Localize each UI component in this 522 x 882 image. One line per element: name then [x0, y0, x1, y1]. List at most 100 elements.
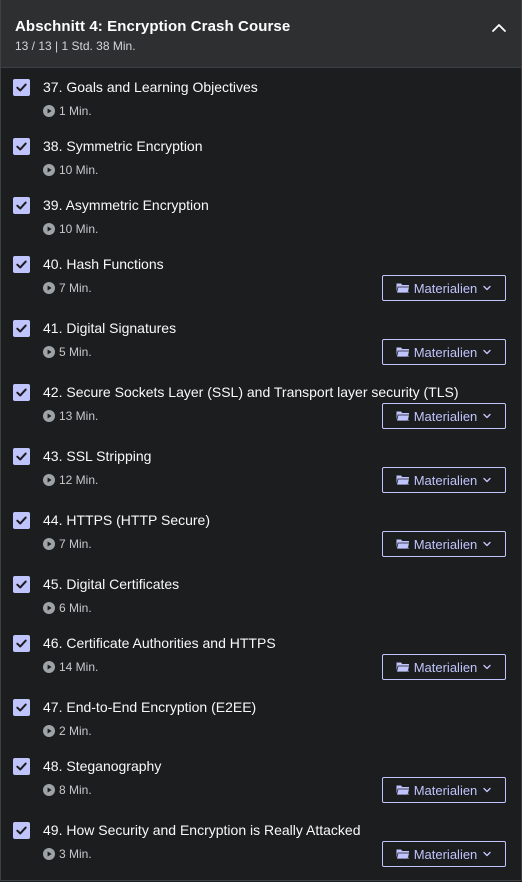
materials-dropdown-button[interactable]: Materialien: [382, 275, 506, 301]
materials-dropdown-button[interactable]: Materialien: [382, 339, 506, 365]
lesson-completed-checkbox[interactable]: [13, 635, 30, 652]
chevron-down-icon: [482, 475, 492, 485]
lesson-duration: 8 Min.: [43, 783, 92, 797]
lesson-duration-text: 14 Min.: [59, 660, 99, 674]
lesson-duration: 5 Min.: [43, 345, 92, 359]
folder-open-icon: [395, 661, 410, 673]
folder-open-icon: [395, 410, 410, 422]
play-circle-icon: [43, 223, 55, 235]
lesson-title[interactable]: 46. Certificate Authorities and HTTPS: [43, 635, 276, 652]
folder-open-icon: [395, 346, 410, 358]
lesson-item[interactable]: 46. Certificate Authorities and HTTPS 14 …: [1, 635, 521, 695]
materials-dropdown-button[interactable]: Materialien: [382, 531, 506, 557]
play-circle-icon: [43, 282, 55, 294]
course-section-panel: Abschnitt 4: Encryption Crash Course 13 …: [0, 0, 522, 881]
lesson-duration: 10 Min.: [43, 222, 98, 236]
lesson-title[interactable]: 37. Goals and Learning Objectives: [43, 79, 258, 96]
lesson-item[interactable]: 41. Digital Signatures 5 Min. Materialien: [1, 320, 521, 380]
materials-label: Materialien: [413, 344, 478, 360]
chevron-up-icon[interactable]: [489, 18, 509, 38]
lesson-completed-checkbox[interactable]: [13, 197, 30, 214]
materials-dropdown-button[interactable]: Materialien: [382, 654, 506, 680]
lesson-completed-checkbox[interactable]: [13, 138, 30, 155]
play-circle-icon: [43, 105, 55, 117]
lesson-completed-checkbox[interactable]: [13, 576, 30, 593]
lesson-completed-checkbox[interactable]: [13, 448, 30, 465]
chevron-down-icon: [482, 347, 492, 357]
lesson-completed-checkbox[interactable]: [13, 512, 30, 529]
lesson-title[interactable]: 41. Digital Signatures: [43, 320, 176, 337]
materials-dropdown-button[interactable]: Materialien: [382, 403, 506, 429]
lesson-title[interactable]: 49. How Security and Encryption is Reall…: [43, 822, 361, 839]
lesson-duration: 7 Min.: [43, 281, 92, 295]
materials-dropdown-button[interactable]: Materialien: [382, 841, 506, 867]
lesson-item[interactable]: 49. How Security and Encryption is Reall…: [1, 822, 521, 882]
play-circle-icon: [43, 661, 55, 673]
materials-label: Materialien: [413, 408, 478, 424]
lesson-item[interactable]: 44. HTTPS (HTTP Secure) 7 Min. Materialien: [1, 512, 521, 572]
lesson-title[interactable]: 39. Asymmetric Encryption: [43, 197, 209, 214]
lesson-completed-checkbox[interactable]: [13, 79, 30, 96]
lesson-duration-text: 1 Min.: [59, 104, 92, 118]
lesson-duration-text: 8 Min.: [59, 783, 92, 797]
play-circle-icon: [43, 346, 55, 358]
chevron-down-icon: [482, 785, 492, 795]
lesson-item[interactable]: 48. Steganography 8 Min. Materialien: [1, 758, 521, 818]
section-title: Abschnitt 4: Encryption Crash Course: [15, 18, 291, 35]
lesson-completed-checkbox[interactable]: [13, 758, 30, 775]
section-header[interactable]: Abschnitt 4: Encryption Crash Course 13 …: [1, 0, 521, 68]
lesson-completed-checkbox[interactable]: [13, 822, 30, 839]
section-progress-meta: 13 / 13 | 1 Std. 38 Min.: [15, 39, 136, 53]
lesson-title[interactable]: 38. Symmetric Encryption: [43, 138, 203, 155]
chevron-down-icon: [482, 539, 492, 549]
chevron-down-icon: [482, 411, 492, 421]
materials-label: Materialien: [413, 659, 478, 675]
lesson-duration-text: 3 Min.: [59, 847, 92, 861]
lesson-duration-text: 10 Min.: [59, 222, 99, 236]
lesson-title[interactable]: 43. SSL Stripping: [43, 448, 151, 465]
lesson-title[interactable]: 47. End-to-End Encryption (E2EE): [43, 699, 256, 716]
folder-open-icon: [395, 282, 410, 294]
lesson-duration: 3 Min.: [43, 847, 92, 861]
materials-dropdown-button[interactable]: Materialien: [382, 467, 506, 493]
lesson-item[interactable]: 37. Goals and Learning Objectives 1 Min.: [1, 79, 521, 139]
lesson-completed-checkbox[interactable]: [13, 320, 30, 337]
lesson-item[interactable]: 42. Secure Sockets Layer (SSL) and Trans…: [1, 384, 521, 444]
lesson-duration: 12 Min.: [43, 473, 98, 487]
lesson-duration: 2 Min.: [43, 724, 92, 738]
chevron-down-icon: [482, 849, 492, 859]
lesson-title[interactable]: 48. Steganography: [43, 758, 161, 775]
lesson-duration-text: 13 Min.: [59, 409, 99, 423]
materials-label: Materialien: [413, 782, 478, 798]
lesson-completed-checkbox[interactable]: [13, 699, 30, 716]
lesson-duration-text: 7 Min.: [59, 281, 92, 295]
lesson-duration-text: 10 Min.: [59, 163, 99, 177]
lesson-item[interactable]: 43. SSL Stripping 12 Min. Materialien: [1, 448, 521, 508]
lesson-title[interactable]: 45. Digital Certificates: [43, 576, 179, 593]
materials-label: Materialien: [413, 472, 478, 488]
lesson-title[interactable]: 42. Secure Sockets Layer (SSL) and Trans…: [43, 384, 459, 401]
lesson-item[interactable]: 38. Symmetric Encryption 10 Min.: [1, 138, 521, 198]
lesson-item[interactable]: 40. Hash Functions 7 Min. Materialien: [1, 256, 521, 316]
lesson-duration-text: 6 Min.: [59, 601, 92, 615]
lesson-duration: 10 Min.: [43, 163, 98, 177]
lesson-duration: 14 Min.: [43, 660, 98, 674]
folder-open-icon: [395, 474, 410, 486]
play-circle-icon: [43, 164, 55, 176]
play-circle-icon: [43, 848, 55, 860]
lesson-item[interactable]: 47. End-to-End Encryption (E2EE) 2 Min.: [1, 699, 521, 759]
lesson-item[interactable]: 45. Digital Certificates 6 Min.: [1, 576, 521, 636]
lesson-title[interactable]: 40. Hash Functions: [43, 256, 164, 273]
folder-open-icon: [395, 848, 410, 860]
play-circle-icon: [43, 474, 55, 486]
lesson-item[interactable]: 39. Asymmetric Encryption 10 Min.: [1, 197, 521, 257]
lesson-completed-checkbox[interactable]: [13, 256, 30, 273]
lesson-duration-text: 2 Min.: [59, 724, 92, 738]
lesson-duration: 6 Min.: [43, 601, 92, 615]
lesson-title[interactable]: 44. HTTPS (HTTP Secure): [43, 512, 210, 529]
lesson-duration-text: 5 Min.: [59, 345, 92, 359]
play-circle-icon: [43, 410, 55, 422]
lesson-completed-checkbox[interactable]: [13, 384, 30, 401]
materials-dropdown-button[interactable]: Materialien: [382, 777, 506, 803]
lesson-duration-text: 7 Min.: [59, 537, 92, 551]
